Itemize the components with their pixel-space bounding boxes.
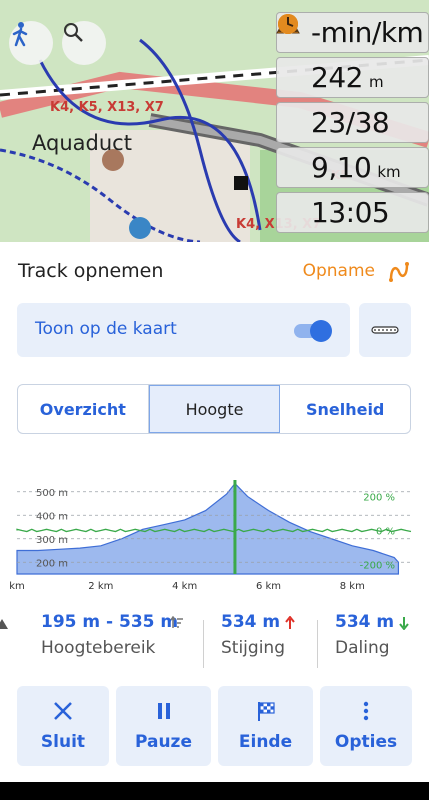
widget-unit: m	[368, 72, 384, 91]
map-route-label: K4, K5, X13, X7	[50, 100, 164, 115]
widget-value: 13:05	[311, 196, 390, 229]
finish-button[interactable]: Einde	[218, 686, 313, 766]
y-tick-label-right: 200 %	[363, 492, 395, 503]
pause-icon	[157, 703, 170, 719]
finish-flag-icon	[257, 702, 275, 721]
altitude-chart[interactable]: 500 m 400 m 300 m 200 m 200 % 0 % -200 % km 2 km…	[0, 472, 429, 602]
track-appearance-button[interactable]	[359, 303, 411, 357]
stats-row: 195 m - 535 m Hoogtebereik 534 m Stijgin…	[0, 612, 429, 672]
sun-widget[interactable]: 23/38	[276, 19, 429, 143]
info-widgets: -min/km 242 m 23/38 9,10 km 13:05	[276, 12, 429, 237]
tab-bar: Overzicht Hoogte Snelheid	[17, 384, 411, 434]
stat-label: Daling	[335, 638, 390, 658]
y-tick-label-left: 400 m	[36, 511, 68, 522]
y-tick-label-right: -200 %	[360, 561, 395, 572]
y-tick-label-left: 300 m	[36, 535, 68, 546]
widget-value: -min/km	[311, 16, 424, 49]
widget-unit: km	[377, 162, 401, 181]
stat-label: Hoogtebereik	[41, 638, 156, 658]
map-view[interactable]: K4, K5, X13, X7 Aquaduct K4, X13, X7 K5 …	[0, 0, 429, 242]
stat-label: Stijging	[221, 638, 285, 658]
x-tick-label: km	[9, 581, 25, 592]
search-button[interactable]	[62, 21, 106, 65]
widget-value: 9,10	[311, 151, 372, 184]
altitude-widget[interactable]: 242 m	[276, 18, 429, 98]
pause-button[interactable]: Pauze	[116, 686, 211, 766]
widget-value: 23/38	[311, 106, 390, 139]
track-recording-panel: Track opnemen Opname Toon op de kaart Ov…	[0, 242, 429, 782]
x-tick-label: 8 km	[340, 581, 365, 592]
panel-title: Track opnemen	[18, 260, 164, 282]
finish-button-label: Einde	[238, 732, 293, 752]
close-button[interactable]: Sluit	[17, 686, 109, 766]
track-icon[interactable]	[387, 260, 411, 288]
show-on-map-row[interactable]: Toon op de kaart	[17, 303, 350, 357]
scroll-left-indicator	[0, 619, 8, 629]
recording-button[interactable]: Opname	[303, 261, 375, 281]
y-tick-label-left: 500 m	[36, 488, 68, 499]
more-icon	[363, 701, 369, 721]
close-icon	[54, 702, 72, 720]
stat-value: 195 m - 535 m	[41, 612, 179, 632]
clock-widget[interactable]: 13:05	[276, 14, 429, 233]
action-buttons: Sluit Pauze Einde Opties	[17, 686, 412, 766]
system-nav-bar	[0, 782, 429, 800]
map-place-label: Aquaduct	[32, 131, 132, 155]
stat-value: 534 m	[335, 612, 395, 632]
panel-header: Track opnemen Opname	[18, 260, 411, 286]
tab-altitude[interactable]: Hoogte	[148, 385, 281, 433]
show-on-map-label: Toon op de kaart	[35, 319, 177, 339]
track-line-icon	[371, 326, 399, 334]
y-tick-label-left: 200 m	[36, 558, 68, 569]
tab-overview[interactable]: Overzicht	[18, 385, 149, 433]
x-tick-label: 6 km	[256, 581, 281, 592]
close-button-label: Sluit	[40, 732, 86, 752]
stat-value: 534 m	[221, 612, 281, 632]
arrow-down-icon	[399, 617, 409, 630]
options-button[interactable]: Opties	[320, 686, 412, 766]
arrow-up-icon	[285, 616, 295, 629]
pause-button-label: Pauze	[134, 732, 192, 752]
search-icon	[64, 23, 83, 42]
distance-widget[interactable]: 9,10 km	[276, 14, 429, 188]
sort-icon	[170, 616, 183, 628]
stat-altitude-range: 195 m - 535 m Hoogtebereik	[41, 612, 178, 658]
x-tick-label: 2 km	[88, 581, 113, 592]
options-button-label: Opties	[334, 732, 398, 752]
stat-ascent: 534 m Stijging	[221, 612, 285, 658]
clock-icon	[278, 14, 298, 34]
walking-icon	[12, 22, 28, 47]
show-on-map-switch[interactable]	[294, 320, 332, 342]
y-tick-label-right: 0 %	[376, 527, 395, 538]
tab-speed[interactable]: Snelheid	[280, 385, 410, 433]
x-tick-label: 4 km	[172, 581, 197, 592]
widget-value: 242	[311, 61, 363, 94]
walking-mode-button[interactable]	[9, 21, 53, 65]
stat-descent: 534 m Daling	[335, 612, 394, 658]
